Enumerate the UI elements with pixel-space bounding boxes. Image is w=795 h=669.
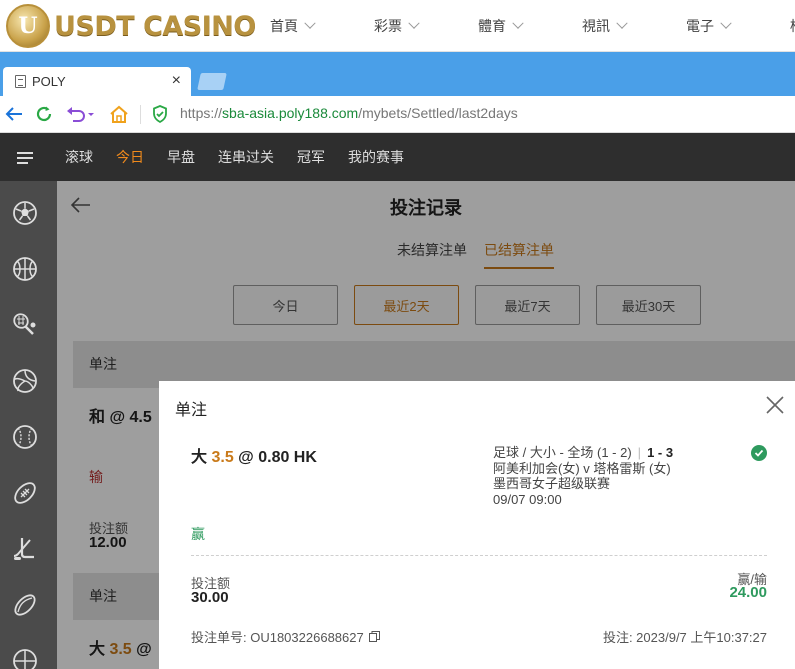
url-path: /mybets/Settled/last2days [358, 105, 518, 121]
divider [191, 555, 767, 556]
chevron-down-icon [616, 17, 628, 29]
modal-title: 单注 [175, 402, 208, 419]
page-icon [15, 75, 26, 88]
baseball-icon[interactable] [12, 424, 38, 450]
shield-icon[interactable] [150, 102, 170, 126]
site-nav: 首頁 彩票 體育 視訊 電子 棋 [270, 0, 795, 52]
site-nav-chess[interactable]: 棋 [790, 0, 795, 52]
site-nav-sports[interactable]: 體育 [478, 0, 582, 52]
more-sports-icon[interactable] [12, 648, 38, 669]
site-nav-label: 彩票 [374, 18, 402, 34]
url-field[interactable]: https://sba-asia.poly188.com/mybets/Sett… [180, 105, 518, 121]
site-nav-label: 體育 [478, 18, 506, 34]
bet-placed-time: 投注: 2023/9/7 上午10:37:27 [602, 630, 767, 645]
reload-icon[interactable] [33, 102, 55, 126]
check-icon [751, 445, 767, 461]
league: 墨西哥女子超级联赛 [493, 476, 611, 491]
tennis-icon[interactable] [12, 312, 38, 338]
market: 足球 / 大小 - 全场 (1 - 2) [493, 445, 632, 460]
new-tab-button[interactable] [197, 73, 227, 90]
profit-loss-value: 24.00 [729, 584, 767, 601]
chevron-down-icon [304, 17, 316, 29]
sports-nav: 滚球 今日 早盘 连串过关 冠军 我的赛事 [0, 133, 795, 181]
stake-value: 30.00 [191, 589, 229, 606]
nav-outright[interactable]: 冠军 [297, 147, 325, 167]
chevron-down-icon [408, 17, 420, 29]
bet-selection: 大 3.5 @ 0.80 HK [191, 443, 317, 467]
ticket-number-text: 投注单号: OU1803226688627 [191, 630, 364, 645]
logo-text: USDT CASINO [54, 10, 256, 42]
event-info: 足球 / 大小 - 全场 (1 - 2) | 1 - 3 阿美利加会(女) v 塔格… [493, 445, 673, 507]
home-icon[interactable] [108, 102, 130, 126]
ice-hockey-icon[interactable] [12, 536, 38, 562]
logo-badge: U [6, 4, 50, 48]
site-nav-lottery[interactable]: 彩票 [374, 0, 478, 52]
nav-early[interactable]: 早盘 [167, 147, 195, 167]
separator: | [637, 445, 642, 460]
chevron-down-icon [720, 17, 732, 29]
sport-sidebar [0, 181, 57, 669]
site-nav-label: 棋 [790, 16, 795, 36]
selection-handicap: 3.5 [211, 449, 234, 466]
site-nav-label: 首頁 [270, 18, 298, 34]
nav-today[interactable]: 今日 [116, 147, 144, 167]
undo-icon[interactable] [64, 102, 98, 126]
site-logo[interactable]: U USDT CASINO [6, 4, 256, 48]
selection-odds: @ 0.80 HK [238, 449, 317, 466]
site-nav-home[interactable]: 首頁 [270, 0, 374, 52]
nav-inplay[interactable]: 滚球 [65, 147, 93, 167]
selection-side: 大 [191, 449, 208, 466]
site-nav-slots[interactable]: 電子 [686, 0, 790, 52]
kickoff-time: 09/07 09:00 [493, 491, 562, 507]
tab-title: POLY [32, 74, 66, 89]
url-scheme: https:// [180, 105, 223, 121]
address-separator [140, 105, 141, 124]
menu-icon[interactable] [17, 152, 33, 164]
site-nav-label: 視訊 [582, 18, 610, 34]
soccer-icon[interactable] [12, 200, 38, 226]
nav-my-events[interactable]: 我的赛事 [348, 147, 404, 167]
site-nav-label: 電子 [686, 18, 714, 34]
close-icon[interactable] [765, 395, 785, 415]
sports-nav-items: 滚球 今日 早盘 连串过关 冠军 我的赛事 [65, 133, 427, 181]
tab-close-button[interactable]: × [172, 72, 181, 90]
address-bar: https://sba-asia.poly188.com/mybets/Sett… [0, 96, 795, 133]
browser-tabbar: POLY × [0, 52, 795, 96]
basketball-icon[interactable] [12, 256, 38, 282]
copy-icon[interactable] [368, 631, 380, 642]
rugby-icon[interactable] [12, 592, 38, 618]
site-nav-live[interactable]: 視訊 [582, 0, 686, 52]
bet-detail-modal: 单注 大 3.5 @ 0.80 HK 足球 / 大小 - 全场 (1 - 2) |… [159, 381, 795, 669]
site-header: U USDT CASINO 首頁 彩票 體育 視訊 電子 棋 [0, 0, 795, 52]
teams: 阿美利加会(女) v 塔格雷斯 (女) [493, 460, 671, 476]
browser-tab[interactable]: POLY × [3, 67, 191, 96]
bet-result: 赢 [191, 526, 205, 542]
nav-parlay[interactable]: 连串过关 [218, 147, 274, 167]
url-host: sba-asia.poly188.com [222, 105, 359, 121]
ticket-number: 投注单号: OU1803226688627 [191, 627, 380, 646]
final-score: 1 - 3 [647, 445, 674, 460]
volleyball-icon[interactable] [12, 368, 38, 394]
chevron-down-icon [512, 17, 524, 29]
market-line: 足球 / 大小 - 全场 (1 - 2) | 1 - 3 [493, 445, 673, 461]
back-arrow-icon[interactable] [4, 102, 24, 126]
american-football-icon[interactable] [12, 480, 38, 506]
